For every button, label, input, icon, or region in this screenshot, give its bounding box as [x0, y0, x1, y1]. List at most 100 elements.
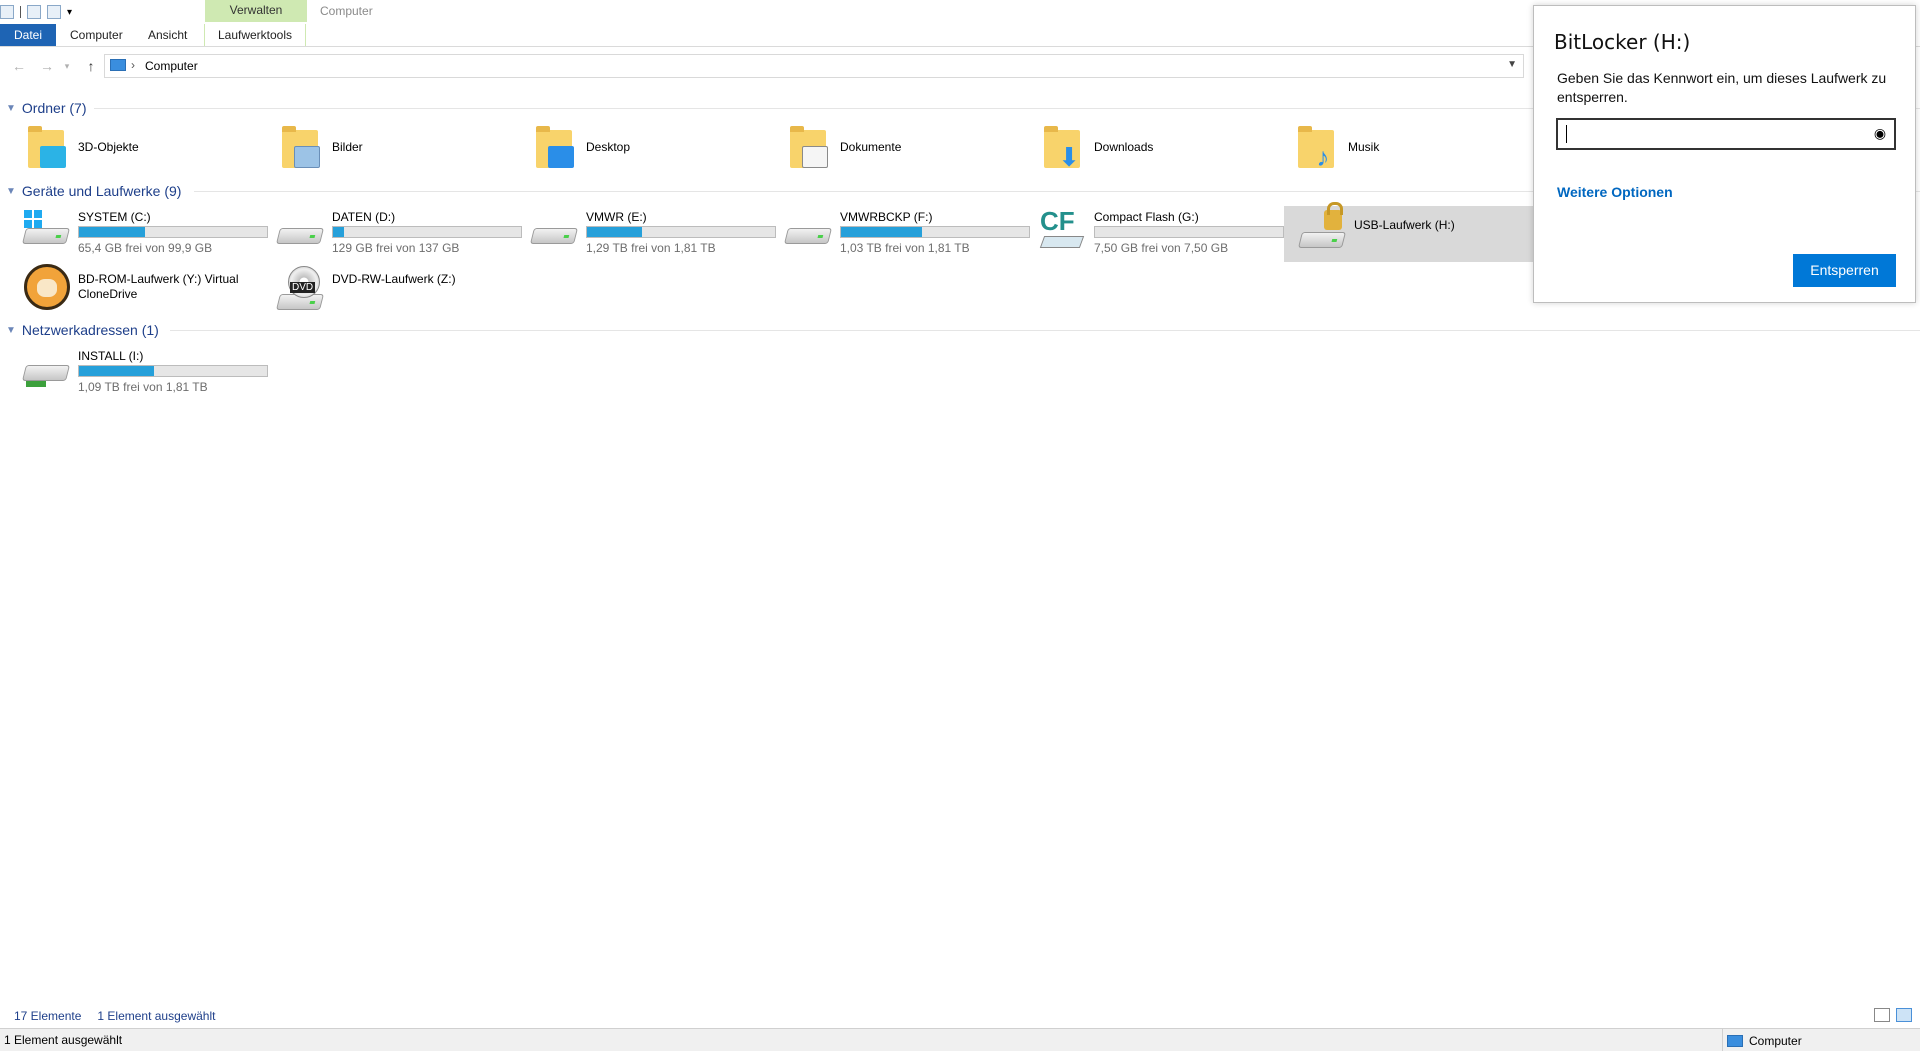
folder-downloads-icon: ⬇: [1038, 124, 1086, 172]
view-switcher: [1874, 1008, 1912, 1022]
drive-dvd-rw-z[interactable]: DVD DVD-RW-Laufwerk (Z:): [262, 264, 516, 320]
folder-label: Bilder: [332, 140, 363, 154]
bitlocker-dialog: BitLocker (H:) Geben Sie das Kennwort ei…: [1533, 5, 1916, 303]
folder-label: Musik: [1348, 140, 1380, 154]
capacity-bar: [332, 226, 522, 238]
folder-documents[interactable]: Dokumente: [770, 124, 1020, 180]
drive-vmwrbckp-f[interactable]: VMWRBCKP (F:) 1,03 TB frei von 1,81 TB: [770, 206, 1030, 262]
capacity-bar: [78, 365, 268, 377]
capacity-fill: [841, 227, 922, 237]
breadcrumb[interactable]: Computer: [145, 59, 198, 73]
show-password-eye-icon[interactable]: ◉: [1872, 126, 1888, 140]
selection-count: 1 Element ausgewählt: [97, 1009, 216, 1023]
drive-label: Compact Flash (G:): [1094, 210, 1199, 224]
selection-status: 1 Element ausgewählt: [4, 1033, 123, 1047]
folder-label: Downloads: [1094, 140, 1154, 154]
hard-drive-icon: [530, 206, 578, 254]
tab-view[interactable]: Ansicht: [134, 24, 204, 46]
dialog-message: Geben Sie das Kennwort ein, um dieses La…: [1557, 70, 1887, 105]
capacity-bar: [586, 226, 776, 238]
folder-documents-icon: [784, 124, 832, 172]
folder-pictures-icon: [276, 124, 324, 172]
more-options-link[interactable]: Weitere Optionen: [1557, 184, 1673, 200]
locked-drive-icon: [1298, 202, 1346, 254]
location-label: Computer: [1749, 1033, 1802, 1048]
group-header-drives[interactable]: ▼ Geräte und Laufwerke (9): [6, 181, 181, 201]
drive-label: DATEN (D:): [332, 210, 396, 224]
folder-desktop[interactable]: Desktop: [516, 124, 766, 180]
status-bar: 17 Elemente 1 Element ausgewählt: [0, 1004, 1920, 1028]
context-tab-header: Verwalten: [205, 0, 307, 22]
drive-system-c[interactable]: SYSTEM (C:) 65,4 GB frei von 99,9 GB: [8, 206, 268, 262]
new-folder-icon[interactable]: [47, 5, 61, 19]
drive-compact-flash-g[interactable]: CF Compact Flash (G:) 7,50 GB frei von 7…: [1024, 206, 1284, 262]
large-icons-view-icon[interactable]: [1896, 1008, 1912, 1022]
free-space-text: 1,29 TB frei von 1,81 TB: [586, 241, 716, 255]
drive-vmwr-e[interactable]: VMWR (E:) 1,29 TB frei von 1,81 TB: [516, 206, 776, 262]
drive-label: DVD-RW-Laufwerk (Z:): [332, 272, 456, 286]
unlock-button[interactable]: Entsperren: [1793, 254, 1896, 287]
collapse-chevron-icon[interactable]: ▼: [6, 186, 16, 197]
drive-usb-h[interactable]: USB-Laufwerk (H:): [1284, 202, 1533, 262]
address-bar[interactable]: › Computer ▼: [104, 54, 1524, 78]
capacity-bar: [1094, 226, 1284, 238]
group-header-network[interactable]: ▼ Netzwerkadressen (1): [6, 320, 159, 340]
window-title: Computer: [320, 4, 373, 18]
folder-pictures[interactable]: Bilder: [262, 124, 512, 180]
folder-downloads[interactable]: ⬇ Downloads: [1024, 124, 1274, 180]
folder-label: Dokumente: [840, 140, 902, 154]
forward-arrow-icon[interactable]: →: [36, 56, 58, 76]
drive-label: VMWR (E:): [586, 210, 647, 224]
taskbar-status: 1 Element ausgewählt Computer: [0, 1028, 1920, 1051]
recent-locations-chevron-icon[interactable]: ▾: [60, 56, 74, 76]
drive-install-i[interactable]: INSTALL (I:) 1,09 TB frei von 1,81 TB: [8, 345, 268, 401]
hard-drive-icon: [784, 206, 832, 254]
tab-file[interactable]: Datei: [0, 24, 56, 46]
toolbar-separator: [20, 6, 21, 18]
up-arrow-icon[interactable]: ↑: [80, 56, 102, 76]
group-title: Ordner (7): [21, 100, 87, 116]
location-status: Computer: [1722, 1029, 1802, 1051]
capacity-bar: [840, 226, 1030, 238]
capacity-fill: [587, 227, 642, 237]
address-dropdown-icon[interactable]: ▼: [1507, 59, 1517, 70]
dialog-title: BitLocker (H:): [1554, 30, 1691, 54]
folder-label: 3D-Objekte: [78, 140, 139, 154]
drive-bd-rom-y[interactable]: BD-ROM-Laufwerk (Y:) Virtual CloneDrive: [8, 264, 262, 320]
text-caret: [1566, 125, 1567, 143]
customize-toolbar-icon[interactable]: ▾: [67, 7, 72, 18]
hard-drive-icon: [276, 206, 324, 254]
free-space-text: 1,09 TB frei von 1,81 TB: [78, 380, 208, 394]
windows-drive-icon: [22, 206, 70, 254]
compact-flash-icon: CF: [1038, 206, 1086, 254]
folder-desktop-icon: [530, 124, 578, 172]
back-arrow-icon[interactable]: ←: [8, 56, 30, 76]
capacity-fill: [79, 366, 155, 376]
capacity-bar: [78, 226, 268, 238]
folder-music-icon: ♪: [1292, 124, 1340, 172]
drive-label: USB-Laufwerk (H:): [1354, 218, 1455, 232]
folder-music[interactable]: ♪ Musik: [1278, 124, 1528, 180]
computer-icon[interactable]: [0, 5, 14, 19]
drive-label: BD-ROM-Laufwerk (Y:) Virtual CloneDrive: [78, 272, 239, 301]
properties-icon[interactable]: [27, 5, 41, 19]
drive-label: VMWRBCKP (F:): [840, 210, 933, 224]
network-drive-icon: [22, 345, 70, 393]
group-title: Netzwerkadressen (1): [21, 322, 159, 338]
collapse-chevron-icon[interactable]: ▼: [6, 325, 16, 336]
folder-label: Desktop: [586, 140, 631, 154]
group-header-folders[interactable]: ▼ Ordner (7): [6, 98, 86, 118]
collapse-chevron-icon[interactable]: ▼: [6, 103, 16, 114]
capacity-fill: [79, 227, 145, 237]
password-input[interactable]: ◉: [1556, 118, 1896, 150]
details-view-icon[interactable]: [1874, 1008, 1890, 1022]
folder-3d-objects[interactable]: 3D-Objekte: [8, 124, 258, 180]
free-space-text: 65,4 GB frei von 99,9 GB: [78, 241, 213, 255]
drive-daten-d[interactable]: DATEN (D:) 129 GB frei von 137 GB: [262, 206, 522, 262]
ribbon-tabs: Datei Computer Ansicht Laufwerktools: [0, 24, 306, 46]
tab-drive-tools[interactable]: Laufwerktools: [204, 24, 306, 46]
computer-icon: [110, 59, 126, 71]
breadcrumb-chevron-icon[interactable]: ›: [131, 58, 135, 72]
tab-computer[interactable]: Computer: [56, 24, 134, 46]
free-space-text: 7,50 GB frei von 7,50 GB: [1094, 241, 1229, 255]
